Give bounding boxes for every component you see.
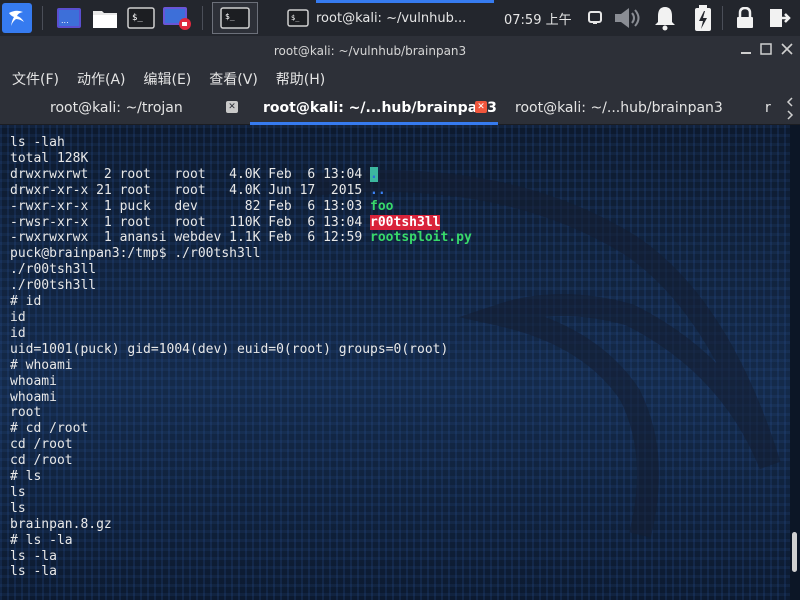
volume-muted-icon[interactable] [612,3,642,33]
taskbar-separator [722,6,723,30]
close-icon[interactable] [781,42,793,60]
ls-row-meta: drwxr-xr-x 21 root root 4.0K Jun 17 2015 [10,182,371,198]
tab-trojan[interactable]: root@kali: ~/trojan [50,92,183,124]
taskbar-separator [202,6,203,30]
menu-action[interactable]: 动作(A) [77,69,126,89]
svg-text:$_: $_ [291,14,300,22]
terminal-line: ls -la [10,548,57,564]
active-terminal-window-button[interactable]: $_ [212,2,258,34]
ls-row: -rwsr-xr-x 1 root root 110K Feb 6 13:04 … [10,214,441,230]
file-manager-icon[interactable] [90,3,120,33]
terminal-line: cd /root [10,453,73,469]
svg-text:$_: $_ [225,12,235,21]
ls-row-meta: -rwxrwxrwx 1 anansi webdev 1.1K Feb 6 12… [10,230,371,246]
tab-scroll-right-icon[interactable] [786,110,794,123]
tab-overflow[interactable]: r [765,92,771,124]
menu-help[interactable]: 帮助(H) [276,69,325,89]
show-desktop-icon[interactable]: ... [54,3,84,33]
clock[interactable]: 07:59 上午 [504,0,572,36]
terminal-line: # id [10,294,42,310]
terminal-scrollbar[interactable] [790,125,800,600]
terminal-line: ls -la [10,564,57,580]
ls-row-meta: -rwxr-xr-x 1 puck dev 82 Feb 6 13:03 [10,198,371,214]
task-window-title[interactable]: root@kali: ~/vulnhub... [316,0,466,36]
tab-bar: root@kali: ~/trojan ✕ root@kali: ~/...hu… [0,92,800,125]
lock-screen-icon[interactable] [730,3,760,33]
ls-entry-name: rootsploit.py [370,230,472,246]
terminal-line: cd /root [10,437,73,453]
terminal-line: # cd /root [10,421,89,437]
ls-entry-name: . [370,166,378,182]
screen-recorder-icon[interactable] [162,3,192,33]
tab-brainpan3-active[interactable]: root@kali: ~/...hub/brainpan3 [263,92,497,124]
ls-row-meta: drwxrwxrwt 2 root root 4.0K Feb 6 13:04 [10,166,371,182]
terminal-view[interactable]: ls -lah total 128K drwxrwxrwt 2 root roo… [0,125,790,600]
terminal-line: ./r00tsh3ll [10,262,97,278]
ls-row-meta: -rwsr-xr-x 1 root root 110K Feb 6 13:04 [10,214,371,230]
battery-charging-icon[interactable] [688,3,718,33]
kali-menu-icon[interactable] [2,3,32,33]
taskbar-separator [42,6,43,30]
menubar: 文件(F) 动作(A) 编辑(E) 查看(V) 帮助(H) [0,66,800,92]
top-taskbar: ... $_ $_ $_ root@kali: ~/vulnhub... 07:… [0,0,800,36]
terminal-line: uid=1001(puck) gid=1004(dev) euid=0(root… [10,341,449,357]
tab-brainpan3[interactable]: root@kali: ~/...hub/brainpan3 [515,92,723,124]
menu-view[interactable]: 查看(V) [209,69,258,89]
terminal-line: brainpan.8.gz [10,516,112,532]
terminal-line: ./r00tsh3ll [10,278,97,294]
ls-row: drwxr-xr-x 21 root root 4.0K Jun 17 2015… [10,183,386,198]
terminal-line: id [10,325,26,341]
scrollbar-thumb[interactable] [792,532,797,572]
terminal-line: ls [10,500,26,516]
maximize-icon[interactable] [760,42,772,60]
tab-label: r [765,100,771,116]
terminal-line: whoami [10,373,57,389]
terminal-line: root [10,405,42,421]
terminal-output: ls -lah total 128K drwxrwxrwt 2 root roo… [10,135,472,580]
ls-entry-name: .. [370,182,386,198]
terminal-line: total 128K [10,150,89,166]
ls-entry-name: foo [370,198,394,214]
svg-text:$_: $_ [132,13,143,23]
terminal-line: # ls [10,469,42,485]
task-terminal-icon[interactable]: $_ [283,3,313,33]
terminal-line: # whoami [10,357,73,373]
tab-close-icon[interactable]: ✕ [475,101,487,113]
bell-icon[interactable] [650,3,680,33]
ls-row: -rwxr-xr-x 1 puck dev 82 Feb 6 13:03 foo [10,199,394,214]
window-title: root@kali: ~/vulnhub/brainpan3 [273,44,467,58]
terminal-line: puck@brainpan3:/tmp$ ./r00tsh3ll [10,246,261,262]
terminal-line: # ls -la [10,532,73,548]
terminal-launcher-icon[interactable]: $_ [126,3,156,33]
terminal-line: ls [10,484,26,500]
ls-entry-name: r00tsh3ll [370,214,441,230]
terminal-line: whoami [10,389,57,405]
terminal-line: ls -lah [10,135,65,150]
tab-label: root@kali: ~/...hub/brainpan3 [515,100,723,116]
ls-row: -rwxrwxrwx 1 anansi webdev 1.1K Feb 6 12… [10,230,472,245]
logout-icon[interactable] [764,3,794,33]
tab-label: root@kali: ~/trojan [50,100,183,116]
ls-row: drwxrwxrwt 2 root root 4.0K Feb 6 13:04 … [10,166,378,182]
tab-scroll-left-icon[interactable] [786,97,794,110]
tab-close-icon[interactable]: ✕ [226,101,238,113]
tab-label: root@kali: ~/...hub/brainpan3 [263,100,497,116]
terminal-line: id [10,309,26,325]
window-titlebar[interactable]: root@kali: ~/vulnhub/brainpan3 [0,36,800,66]
minimize-icon[interactable] [740,42,752,60]
menu-edit[interactable]: 编辑(E) [144,69,192,89]
svg-text:...: ... [61,16,69,25]
notifications-panel-icon[interactable] [580,3,610,33]
menu-file[interactable]: 文件(F) [12,69,59,89]
